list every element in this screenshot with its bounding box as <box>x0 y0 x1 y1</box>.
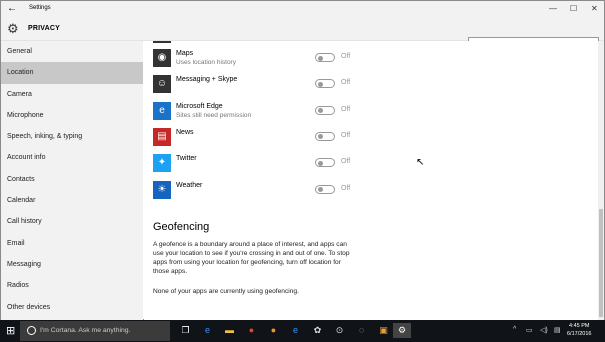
app-row: ☀ Weather Off <box>153 180 553 203</box>
location-settings-content: ◉ Maps Uses location history Off ☺ Messaging … <box>144 41 599 321</box>
sidebar-item-email[interactable]: Email <box>1 233 143 254</box>
twitter-icon: ✦ <box>153 154 171 173</box>
sidebar-item-camera[interactable]: Camera <box>1 84 143 105</box>
sidebar-item-radios[interactable]: Radios <box>1 275 143 296</box>
app-icon[interactable]: ✿ <box>310 323 325 338</box>
sidebar-item-messaging[interactable]: Messaging <box>1 254 143 275</box>
clock[interactable]: 4:45 PM 6/17/2016 <box>567 322 591 338</box>
location-toggle[interactable] <box>315 158 335 168</box>
taskbar: ⊞ I'm Cortana. Ask me anything. ❐ e ▬ ● … <box>0 320 605 342</box>
sidebar-item-general[interactable]: General <box>1 41 143 62</box>
sidebar: General Location Camera Microphone Speech, i… <box>1 41 143 321</box>
cortana-placeholder[interactable]: I'm Cortana. Ask me anything. <box>40 327 130 334</box>
windows-start-icon[interactable]: ⊞ <box>6 325 18 337</box>
partial-app-icon <box>153 41 171 43</box>
maximize-icon[interactable]: ☐ <box>570 4 577 13</box>
action-center-icon[interactable]: ▤ <box>554 326 561 334</box>
back-arrow-icon[interactable]: ← <box>7 3 17 14</box>
toggle-knob <box>318 55 323 61</box>
toggle-state-label: Off <box>341 79 351 87</box>
settings-taskbar-icon[interactable]: ⚙ <box>393 323 411 338</box>
settings-window: ← Settings — ☐ ✕ ⚙ PRIVACY ⌕ GeneralLoca… <box>0 0 605 321</box>
app-name: Twitter <box>176 155 197 163</box>
weather-icon: ☀ <box>153 180 171 199</box>
edge-taskbar-icon[interactable]: e <box>200 323 215 338</box>
network-icon[interactable]: ▭ <box>526 326 533 334</box>
browser-icon[interactable]: ◌ <box>354 323 369 338</box>
sidebar-item-microphone[interactable]: Microphone <box>1 105 143 126</box>
cortana-icon <box>27 326 36 335</box>
sidebar-item-location[interactable]: Location <box>1 62 143 84</box>
geofencing-description: A geofence is a boundary around a place … <box>153 241 350 275</box>
toggle-state-label: Off <box>341 131 351 139</box>
sidebar-item-contacts[interactable]: Contacts <box>1 169 143 190</box>
sidebar-item-account-info[interactable]: Account info <box>1 147 143 168</box>
volume-icon[interactable]: ◁) <box>540 326 548 334</box>
toggle-knob <box>318 81 323 87</box>
toggle-state-label: Off <box>341 53 351 60</box>
app-name: Weather <box>176 181 203 189</box>
sidebar-item-calendar[interactable]: Calendar <box>1 190 143 211</box>
toggle-knob <box>318 160 323 166</box>
location-toggle[interactable] <box>315 131 335 141</box>
sidebar-item-call-history[interactable]: Call history <box>1 211 143 232</box>
show-hidden-icons-icon[interactable]: ^ <box>513 326 516 333</box>
news-icon: ▤ <box>153 127 171 146</box>
scrollbar[interactable] <box>598 41 604 321</box>
page-header: ⚙ PRIVACY ⌕ <box>1 19 604 57</box>
cortana-search-box[interactable]: I'm Cortana. Ask me anything. <box>20 321 170 341</box>
toggle-state-label: Off <box>341 105 351 113</box>
chrome-icon[interactable]: ● <box>244 323 259 338</box>
messaging-icon: ☺ <box>153 75 171 94</box>
media-icon[interactable]: ⊙ <box>332 323 347 338</box>
title-bar: ← Settings — ☐ ✕ <box>1 1 604 19</box>
geofencing-heading: Geofencing <box>153 221 210 233</box>
minimize-icon[interactable]: — <box>549 4 557 13</box>
firefox-icon[interactable]: ● <box>266 323 281 338</box>
app-subtitle: Uses location history <box>176 59 236 66</box>
close-icon[interactable]: ✕ <box>591 4 598 13</box>
sidebar-item-other-devices[interactable]: Other devices <box>1 297 143 318</box>
clock-date: 6/17/2016 <box>567 331 592 337</box>
store-icon[interactable]: ▣ <box>376 323 391 338</box>
app-name: Maps <box>176 50 194 57</box>
location-toggle[interactable] <box>315 184 335 194</box>
location-toggle[interactable] <box>315 79 335 89</box>
toggle-knob <box>318 187 323 192</box>
sidebar-item-speech-inking-typing[interactable]: Speech, inking, & typing <box>1 126 143 147</box>
app-row: ☺ Messaging + Skype Off <box>153 75 553 97</box>
mouse-cursor-icon: ↖ <box>416 157 425 168</box>
ie-icon[interactable]: e <box>288 323 303 338</box>
edge-icon: e <box>153 101 171 120</box>
app-row: ▤ News Off <box>153 127 553 150</box>
app-subtitle: Sites still need permission <box>176 111 252 119</box>
toggle-state-label: Off <box>341 158 351 166</box>
app-row: ◉ Maps Uses location history Off <box>153 49 553 71</box>
scrollbar-thumb[interactable] <box>599 209 603 317</box>
geofencing-status: None of your apps are currently using ge… <box>153 288 299 295</box>
gear-icon: ⚙ <box>7 21 19 36</box>
location-toggle[interactable] <box>315 105 335 115</box>
file-explorer-icon[interactable]: ▬ <box>222 323 237 338</box>
app-row: ✦ Twitter Off <box>153 154 553 176</box>
maps-icon: ◉ <box>153 49 171 67</box>
task-view-icon[interactable]: ❐ <box>178 323 193 338</box>
location-toggle[interactable] <box>315 53 335 62</box>
clock-time: 4:45 PM <box>568 323 590 329</box>
app-row: e Microsoft Edge Sites still need permissi… <box>153 101 553 124</box>
toggle-knob <box>318 108 323 114</box>
toggle-state-label: Off <box>341 184 351 192</box>
toggle-knob <box>318 134 323 140</box>
page-title: PRIVACY <box>28 25 60 32</box>
window-title: Settings <box>29 5 51 11</box>
app-name: Microsoft Edge <box>176 102 223 110</box>
app-name: Messaging + Skype <box>176 76 238 84</box>
app-name: News <box>176 128 194 136</box>
